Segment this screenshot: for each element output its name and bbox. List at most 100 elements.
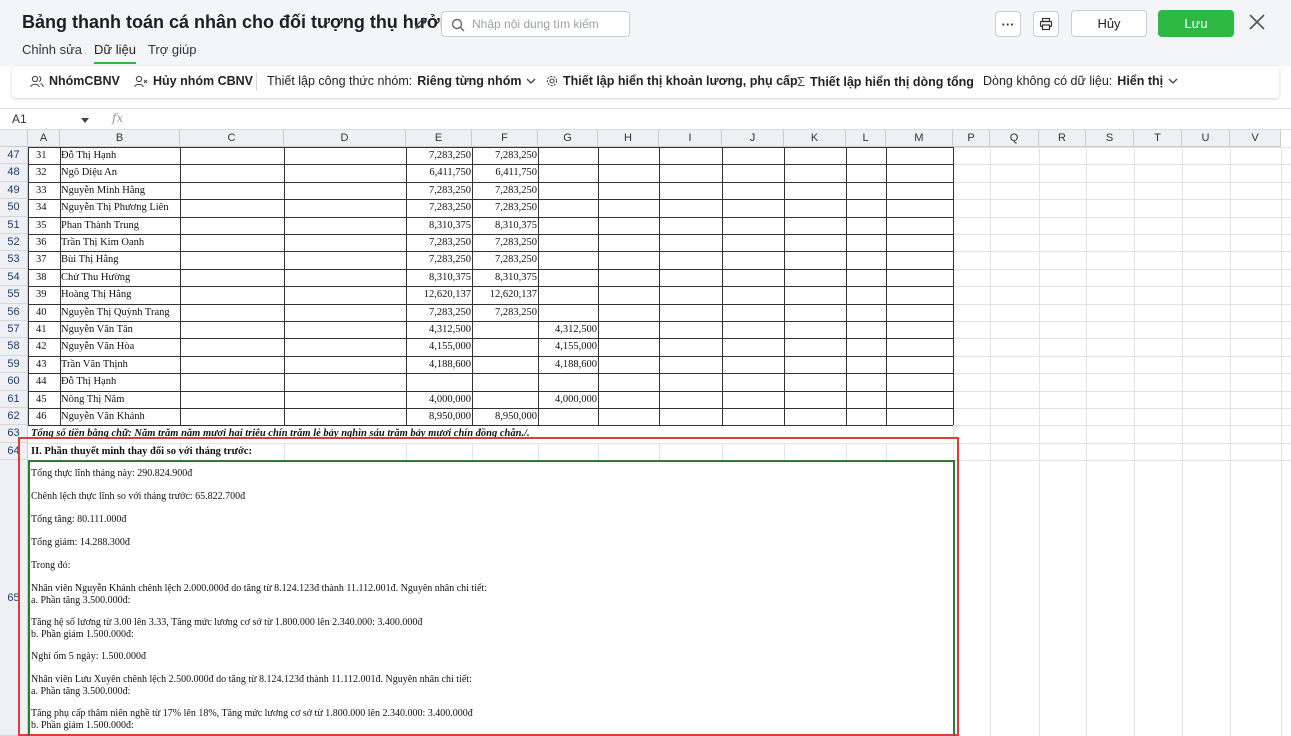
cell-amount[interactable] — [538, 199, 598, 216]
cell-stt[interactable]: 42 — [28, 338, 60, 355]
cell-amount[interactable] — [538, 408, 598, 425]
total-row-display-button[interactable]: Σ Thiết lập hiển thị dòng tổng — [797, 74, 974, 89]
cell-amount[interactable] — [538, 373, 598, 390]
cell-amount[interactable]: 4,000,000 — [538, 391, 598, 408]
cell-amount[interactable]: 8,950,000 — [406, 408, 472, 425]
cell-amount[interactable]: 4,000,000 — [406, 391, 472, 408]
cell-stt[interactable]: 39 — [28, 286, 60, 303]
allowance-display-button[interactable]: Thiết lập hiển thị khoản lương, phụ cấp — [546, 74, 798, 88]
cancel-button[interactable]: Hủy — [1071, 10, 1147, 37]
close-icon[interactable] — [1247, 12, 1267, 32]
cell-amount[interactable] — [406, 373, 472, 390]
column-header-s[interactable]: S — [1086, 130, 1134, 147]
cell-name[interactable]: Nguyễn Văn Tân — [60, 321, 180, 338]
cell-name[interactable]: Nguyễn Thị Quỳnh Trang — [60, 304, 180, 321]
cell-amount[interactable]: 7,283,250 — [472, 199, 538, 216]
cell-amount[interactable]: 7,283,250 — [472, 147, 538, 164]
column-header-h[interactable]: H — [598, 130, 659, 147]
column-header-b[interactable]: B — [60, 130, 180, 147]
column-header-i[interactable]: I — [659, 130, 722, 147]
spreadsheet-grid[interactable]: A B C D E F G H I J K L M P Q R S T U V 47 31 Đỗ Thị Hạnh 7,283… — [0, 130, 1291, 736]
cell-amount[interactable]: 8,310,375 — [472, 217, 538, 234]
cell-amount[interactable]: 7,283,250 — [406, 147, 472, 164]
cell-amount[interactable] — [472, 338, 538, 355]
column-header-l[interactable]: L — [846, 130, 886, 147]
row-header[interactable]: 62 — [0, 408, 28, 426]
cell-amount[interactable]: 7,283,250 — [406, 182, 472, 199]
cell-name[interactable]: Nguyễn Văn Khánh — [60, 408, 180, 425]
column-header-e[interactable]: E — [406, 130, 472, 147]
row-header[interactable]: 55 — [0, 286, 28, 304]
tab-data[interactable]: Dữ liệu — [94, 42, 136, 64]
column-header-a[interactable]: A — [28, 130, 60, 147]
cell-name[interactable]: Nguyễn Văn Hòa — [60, 338, 180, 355]
cell-amount[interactable]: 4,312,500 — [406, 321, 472, 338]
cell-amount[interactable] — [538, 304, 598, 321]
cell-amount[interactable]: 7,283,250 — [406, 234, 472, 251]
column-header-c[interactable]: C — [180, 130, 284, 147]
cell-amount[interactable]: 8,310,375 — [406, 217, 472, 234]
cell-amount[interactable]: 4,188,600 — [538, 356, 598, 373]
row-header[interactable]: 53 — [0, 251, 28, 269]
cell-name[interactable]: Nguyễn Minh Hằng — [60, 182, 180, 199]
cell-amount[interactable]: 6,411,750 — [472, 164, 538, 181]
select-all-corner[interactable] — [0, 130, 28, 147]
column-header-v[interactable]: V — [1230, 130, 1281, 147]
row-header[interactable]: 56 — [0, 303, 28, 321]
cell-amount[interactable]: 8,950,000 — [472, 408, 538, 425]
cell-stt[interactable]: 33 — [28, 182, 60, 199]
group-formula-dropdown[interactable]: Thiết lập công thức nhóm: Riêng từng nhó… — [267, 74, 536, 88]
row-header[interactable]: 47 — [0, 147, 28, 165]
column-header-k[interactable]: K — [784, 130, 846, 147]
cell-stt[interactable]: 44 — [28, 373, 60, 390]
cell-amount[interactable]: 4,188,600 — [406, 356, 472, 373]
row-header[interactable]: 51 — [0, 216, 28, 234]
cell-amount[interactable] — [538, 182, 598, 199]
row-header[interactable]: 48 — [0, 164, 28, 182]
cell-stt[interactable]: 36 — [28, 234, 60, 251]
save-button[interactable]: Lưu — [1158, 10, 1234, 37]
cell-amount[interactable] — [538, 217, 598, 234]
cell-amount[interactable] — [538, 147, 598, 164]
cell-amount[interactable] — [538, 286, 598, 303]
row-header[interactable]: 52 — [0, 234, 28, 252]
cell-name[interactable]: Nguyễn Thị Phương Liên — [60, 199, 180, 216]
cell-amount[interactable]: 7,283,250 — [472, 251, 538, 268]
column-header-q[interactable]: Q — [990, 130, 1039, 147]
cell-stt[interactable]: 32 — [28, 164, 60, 181]
cell-amount[interactable] — [472, 391, 538, 408]
cell-stt[interactable]: 46 — [28, 408, 60, 425]
column-header-f[interactable]: F — [472, 130, 538, 147]
search-input[interactable] — [472, 15, 622, 33]
column-header-t[interactable]: T — [1134, 130, 1182, 147]
cell-amount[interactable] — [538, 234, 598, 251]
cell-amount[interactable]: 7,283,250 — [472, 304, 538, 321]
cell-amount[interactable] — [538, 269, 598, 286]
cell-amount[interactable]: 8,310,375 — [406, 269, 472, 286]
cell-amount[interactable] — [472, 321, 538, 338]
cell-amount[interactable]: 4,312,500 — [538, 321, 598, 338]
tab-edit[interactable]: Chỉnh sửa — [22, 42, 82, 64]
tab-help[interactable]: Trợ giúp — [148, 42, 197, 64]
row-header[interactable]: 49 — [0, 181, 28, 200]
column-header-u[interactable]: U — [1182, 130, 1230, 147]
cell-stt[interactable]: 31 — [28, 147, 60, 164]
column-header-d[interactable]: D — [284, 130, 406, 147]
cell-stt[interactable]: 37 — [28, 251, 60, 268]
column-header-r[interactable]: R — [1039, 130, 1086, 147]
empty-rows-dropdown[interactable]: Dòng không có dữ liệu: Hiển thị — [983, 74, 1178, 88]
cell-name[interactable]: Phan Thành Trung — [60, 217, 180, 234]
row-header[interactable]: 61 — [0, 390, 28, 408]
row-header[interactable]: 50 — [0, 199, 28, 217]
cell-name-box[interactable]: A1 — [12, 112, 27, 126]
cell-amount[interactable] — [472, 356, 538, 373]
cell-name[interactable]: Ngô Diệu An — [60, 164, 180, 181]
cell-amount[interactable]: 7,283,250 — [472, 234, 538, 251]
cell-amount[interactable]: 8,310,375 — [472, 269, 538, 286]
column-header-j[interactable]: J — [722, 130, 784, 147]
cell-amount[interactable]: 7,283,250 — [406, 304, 472, 321]
column-header-g[interactable]: G — [538, 130, 598, 147]
cell-name[interactable]: Trần Thị Kim Oanh — [60, 234, 180, 251]
cell-amount[interactable]: 6,411,750 — [406, 164, 472, 181]
cell-amount[interactable]: 7,283,250 — [406, 199, 472, 216]
